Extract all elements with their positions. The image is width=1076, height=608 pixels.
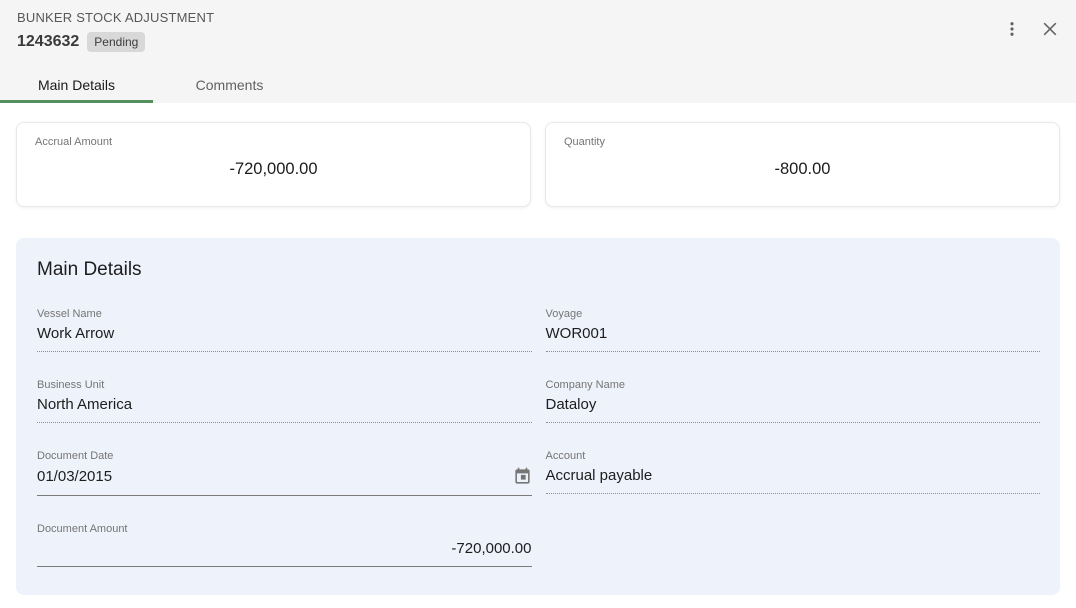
field-value: North America	[37, 396, 132, 413]
field-value: Dataloy	[546, 396, 597, 413]
tab-bar: Main Details Comments	[0, 66, 1076, 103]
kebab-menu-icon[interactable]	[1000, 17, 1024, 41]
card-value: -720,000.00	[35, 160, 512, 179]
close-icon[interactable]	[1038, 17, 1062, 41]
field-label: Company Name	[546, 379, 1041, 391]
calendar-icon[interactable]	[513, 467, 532, 486]
status-badge: Pending	[87, 32, 145, 52]
quantity-card: Quantity -800.00	[545, 122, 1060, 207]
card-label: Accrual Amount	[35, 136, 512, 148]
document-id: 1243632	[17, 33, 79, 51]
field-label: Vessel Name	[37, 308, 532, 320]
fields-grid: Vessel Name Work Arrow Voyage WOR001 Bus…	[37, 308, 1040, 567]
tab-comments[interactable]: Comments	[153, 66, 306, 103]
field-business-unit: Business Unit North America	[37, 379, 532, 423]
field-value: Work Arrow	[37, 325, 114, 342]
card-label: Quantity	[564, 136, 1041, 148]
field-label: Voyage	[546, 308, 1041, 320]
field-company-name: Company Name Dataloy	[546, 379, 1041, 423]
bunker-stock-adjustment-dialog: BUNKER STOCK ADJUSTMENT 1243632 Pending …	[0, 0, 1076, 595]
field-value: Accrual payable	[546, 467, 653, 484]
field-label: Account	[546, 450, 1041, 462]
field-value[interactable]: -720,000.00	[37, 540, 532, 557]
field-value: WOR001	[546, 325, 608, 342]
document-id-row: 1243632 Pending	[17, 32, 145, 52]
accrual-amount-card: Accrual Amount -720,000.00	[16, 122, 531, 207]
field-label: Business Unit	[37, 379, 532, 391]
field-label: Document Date	[37, 450, 532, 462]
field-label: Document Amount	[37, 523, 532, 535]
field-document-amount[interactable]: Document Amount -720,000.00	[37, 523, 532, 567]
main-details-section: Main Details Vessel Name Work Arrow Voya…	[16, 238, 1060, 595]
field-account: Account Accrual payable	[546, 450, 1041, 496]
dialog-title: BUNKER STOCK ADJUSTMENT	[17, 10, 214, 25]
tab-main-details[interactable]: Main Details	[0, 66, 153, 103]
field-vessel-name: Vessel Name Work Arrow	[37, 308, 532, 352]
field-voyage: Voyage WOR001	[546, 308, 1041, 352]
section-heading: Main Details	[37, 259, 1040, 281]
field-value[interactable]: 01/03/2015	[37, 468, 112, 485]
summary-cards-row: Accrual Amount -720,000.00 Quantity -800…	[16, 122, 1060, 207]
card-value: -800.00	[564, 160, 1041, 179]
dialog-header: BUNKER STOCK ADJUSTMENT 1243632 Pending …	[0, 0, 1076, 103]
field-document-date[interactable]: Document Date 01/03/2015	[37, 450, 532, 496]
header-actions	[1000, 17, 1062, 41]
